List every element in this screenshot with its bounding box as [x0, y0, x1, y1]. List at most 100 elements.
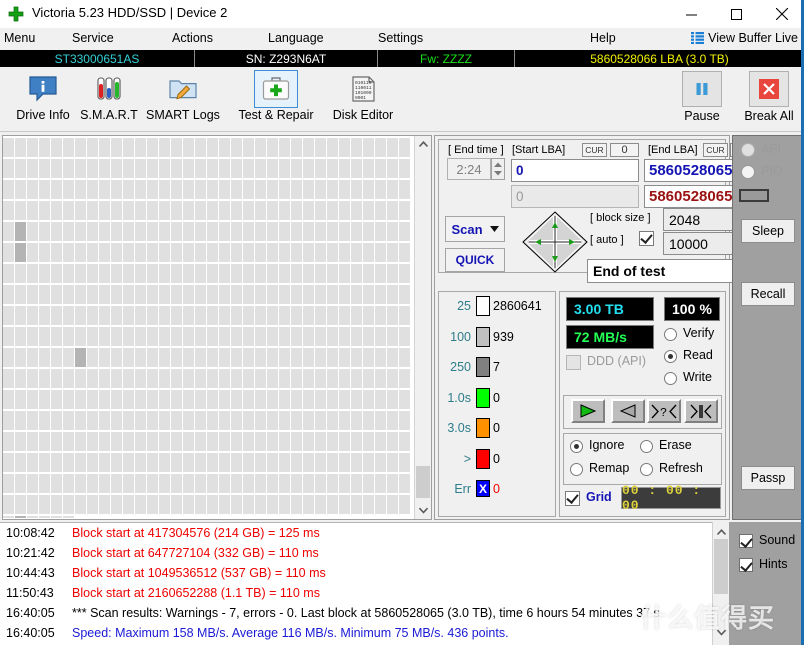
map-block — [39, 516, 50, 518]
menu-item-settings[interactable]: Settings — [378, 31, 423, 45]
map-block — [171, 138, 182, 157]
map-block — [75, 243, 86, 262]
map-block — [267, 495, 278, 514]
map-block — [51, 516, 62, 518]
toolbar-pause[interactable]: Pause — [671, 71, 733, 129]
log-scroll-down-icon[interactable] — [713, 624, 729, 641]
map-block — [219, 264, 230, 283]
start-lba-cur-button[interactable]: CUR — [582, 143, 607, 157]
map-block — [363, 411, 374, 430]
log-scrollbar[interactable] — [712, 522, 729, 645]
map-block — [351, 390, 362, 409]
map-block — [387, 474, 398, 493]
map-block — [231, 243, 242, 262]
end-lba-label: [End LBA] — [648, 144, 698, 156]
map-block — [135, 432, 146, 451]
map-block — [243, 264, 254, 283]
log-row[interactable]: 16:40:05*** Scan results: Warnings - 7, … — [0, 604, 700, 624]
verify-radio[interactable] — [664, 328, 677, 341]
toolbar-smart-logs[interactable]: SMART Logs — [140, 71, 226, 129]
menu-item-language[interactable]: Language — [268, 31, 324, 45]
map-block — [243, 495, 254, 514]
map-block — [327, 243, 338, 262]
map-block — [267, 369, 278, 388]
ignore-radio[interactable] — [570, 440, 583, 453]
map-block — [15, 390, 26, 409]
refresh-radio[interactable] — [640, 463, 653, 476]
recall-button[interactable]: Recall — [741, 282, 795, 306]
start-lba-input[interactable]: 0 — [511, 159, 639, 182]
log-row[interactable]: 10:44:43Block start at 1049536512 (537 G… — [0, 564, 700, 584]
auto-checkbox[interactable] — [639, 231, 654, 246]
map-block — [27, 327, 38, 346]
sleep-button[interactable]: Sleep — [741, 219, 795, 243]
api-radio[interactable] — [741, 143, 755, 157]
reverse-button[interactable] — [611, 399, 645, 423]
map-block — [363, 432, 374, 451]
scroll-down-icon[interactable] — [415, 502, 431, 519]
scan-button[interactable]: Scan — [445, 216, 505, 242]
toolbar-break-all[interactable]: Break All — [738, 71, 800, 129]
menu-item-actions[interactable]: Actions — [172, 31, 213, 45]
view-buffer-live-button[interactable]: View Buffer Live — [691, 31, 798, 47]
map-block — [87, 411, 98, 430]
map-block — [51, 264, 62, 283]
menu-item-help[interactable]: Help — [590, 31, 616, 45]
log-message: Block start at 2160652288 (1.1 TB) = 110… — [72, 586, 320, 600]
map-block — [171, 390, 182, 409]
map-block — [267, 306, 278, 325]
quick-button[interactable]: QUICK — [445, 248, 505, 272]
hints-checkbox[interactable] — [739, 558, 753, 572]
map-scroll-thumb[interactable] — [416, 466, 430, 498]
butterfly-button[interactable] — [684, 399, 718, 423]
map-block — [279, 411, 290, 430]
log-row[interactable]: 10:21:42Block start at 647727104 (332 GB… — [0, 544, 700, 564]
scroll-up-icon[interactable] — [415, 136, 431, 153]
erase-radio[interactable] — [640, 440, 653, 453]
read-radio[interactable] — [664, 350, 677, 363]
pio-radio[interactable] — [741, 165, 755, 179]
grid-checkbox[interactable] — [565, 491, 580, 506]
end-lba-cur-button[interactable]: CUR — [703, 143, 728, 157]
log-scroll-thumb[interactable] — [714, 539, 728, 594]
maximize-button[interactable] — [714, 0, 759, 28]
menu-item-service[interactable]: Service — [72, 31, 114, 45]
passp-button[interactable]: Passp — [741, 466, 795, 490]
map-block — [15, 495, 26, 514]
map-block — [3, 411, 14, 430]
log-row[interactable]: 10:08:42Block start at 417304576 (214 GB… — [0, 524, 700, 544]
menu-item-menu[interactable]: Menu — [4, 31, 35, 45]
map-scrollbar[interactable] — [414, 136, 431, 519]
map-block — [159, 411, 170, 430]
log-row[interactable]: 16:40:05Speed: Maximum 158 MB/s. Average… — [0, 624, 700, 644]
map-block — [219, 411, 230, 430]
map-block — [63, 306, 74, 325]
start-lba-zero-button[interactable]: 0 — [610, 143, 639, 157]
legend-count: 2860641 — [493, 299, 542, 313]
map-block — [315, 201, 326, 220]
map-block — [279, 264, 290, 283]
map-block — [315, 243, 326, 262]
toolbar-test-repair[interactable]: Test & Repair — [233, 71, 319, 129]
close-button[interactable] — [759, 0, 804, 28]
map-block — [135, 390, 146, 409]
navigation-dpad[interactable] — [519, 210, 591, 277]
write-radio[interactable] — [664, 372, 677, 385]
map-block — [327, 369, 338, 388]
remap-radio[interactable] — [570, 463, 583, 476]
sound-checkbox[interactable] — [739, 534, 753, 548]
map-block — [75, 474, 86, 493]
map-block — [147, 180, 158, 199]
map-block — [387, 453, 398, 472]
hex-document-icon: 010110 110011 101000 0001 — [342, 71, 384, 107]
ddd-api-checkbox[interactable] — [566, 355, 581, 370]
legend-swatch — [476, 296, 490, 316]
scan-block-map[interactable] — [3, 138, 413, 518]
play-button[interactable] — [571, 399, 605, 423]
map-block — [111, 495, 122, 514]
end-time-spinner[interactable] — [491, 158, 505, 180]
random-button[interactable]: ? — [647, 399, 681, 423]
minimize-button[interactable] — [669, 0, 714, 28]
log-row[interactable]: 11:50:43Block start at 2160652288 (1.1 T… — [0, 584, 700, 604]
toolbar-disk-editor[interactable]: 010110 110011 101000 0001 Disk Editor — [320, 71, 406, 129]
